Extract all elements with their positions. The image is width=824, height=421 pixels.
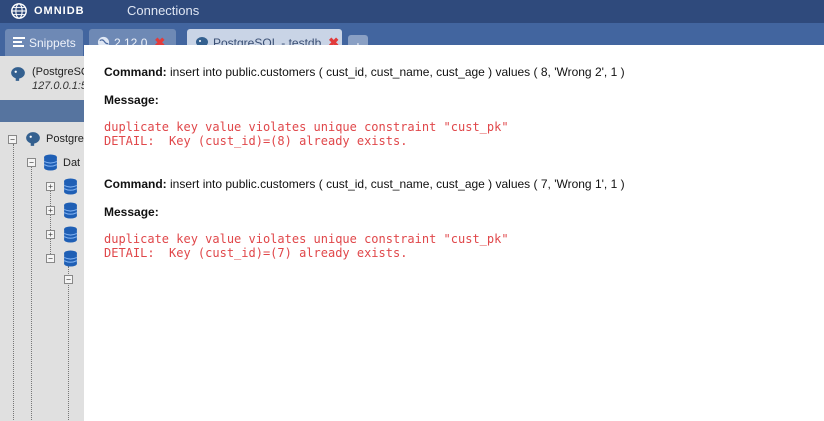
database-icon [43,154,58,171]
error-text: duplicate key value violates unique cons… [104,232,509,246]
error-message: duplicate key value violates unique cons… [104,232,625,260]
tree-node-database[interactable]: + [46,226,78,243]
tree-node-database[interactable]: + [46,202,78,219]
message-label: Message: [104,93,159,107]
collapse-icon[interactable]: − [64,275,73,284]
collapse-icon[interactable]: − [46,254,55,263]
command-line: Command: insert into public.customers ( … [104,65,625,79]
tree-guide-line [31,166,32,421]
collapse-icon[interactable]: − [8,134,17,144]
tree-node-server[interactable]: − Postgre [8,131,84,147]
error-detail: DETAIL: Key (cust_id)=(8) already exists… [104,134,408,148]
tree-guide-line [13,144,14,421]
connection-tree-panel: (PostgreSQL 127.0.0.1:5 − Postgre − Dat … [0,56,84,421]
tree-toolbar [0,100,84,122]
message-line: Message: [104,205,625,219]
command-text: insert into public.customers ( cust_id, … [170,65,625,79]
postgresql-elephant-icon [11,67,25,81]
tree-node-database[interactable]: − [46,250,78,267]
tree-guide-line [68,266,69,421]
message-line: Message: [104,93,625,107]
tab-label: Snippets [29,35,76,50]
query-results-panel: Command: insert into public.customers ( … [84,45,824,421]
postgresql-elephant-icon [26,132,40,146]
tree-node-database[interactable]: + [46,178,78,195]
tree-node-databases[interactable]: − Dat [27,154,80,171]
tab-snippets[interactable]: Snippets [5,29,83,56]
connection-host: 127.0.0.1:5 [32,80,84,92]
message-label: Message: [104,205,159,219]
command-line: Command: insert into public.customers ( … [104,177,625,191]
error-text: duplicate key value violates unique cons… [104,120,509,134]
collapse-icon[interactable]: − [27,158,36,167]
tree-node-label: Postgre [46,133,84,145]
tree-node-label: Dat [63,156,81,169]
result-block: Command: insert into public.customers ( … [104,65,625,148]
expand-icon[interactable]: + [46,182,55,191]
snippets-icon [13,37,25,48]
database-icon [63,178,78,195]
error-message: duplicate key value violates unique cons… [104,120,625,148]
expand-icon[interactable]: + [46,206,55,215]
command-label: Command: [104,65,167,79]
logo-text: OMNIDB [34,5,85,17]
connection-info[interactable]: (PostgreSQL 127.0.0.1:5 [8,64,84,100]
database-icon [63,202,78,219]
nav-connections-link[interactable]: Connections [127,3,199,18]
database-icon [63,250,78,267]
expand-icon[interactable]: + [46,230,55,239]
result-block: Command: insert into public.customers ( … [104,177,625,260]
omnidb-logo[interactable]: OMNIDB [10,2,85,20]
top-header: OMNIDB Connections [0,0,824,23]
tree-node-schema[interactable]: − [64,275,73,284]
command-text: insert into public.customers ( cust_id, … [170,177,625,191]
connection-name: (PostgreSQL [32,66,84,78]
database-icon [63,226,78,243]
error-detail: DETAIL: Key (cust_id)=(7) already exists… [104,246,408,260]
globe-logo-icon [11,3,27,19]
command-label: Command: [104,177,167,191]
